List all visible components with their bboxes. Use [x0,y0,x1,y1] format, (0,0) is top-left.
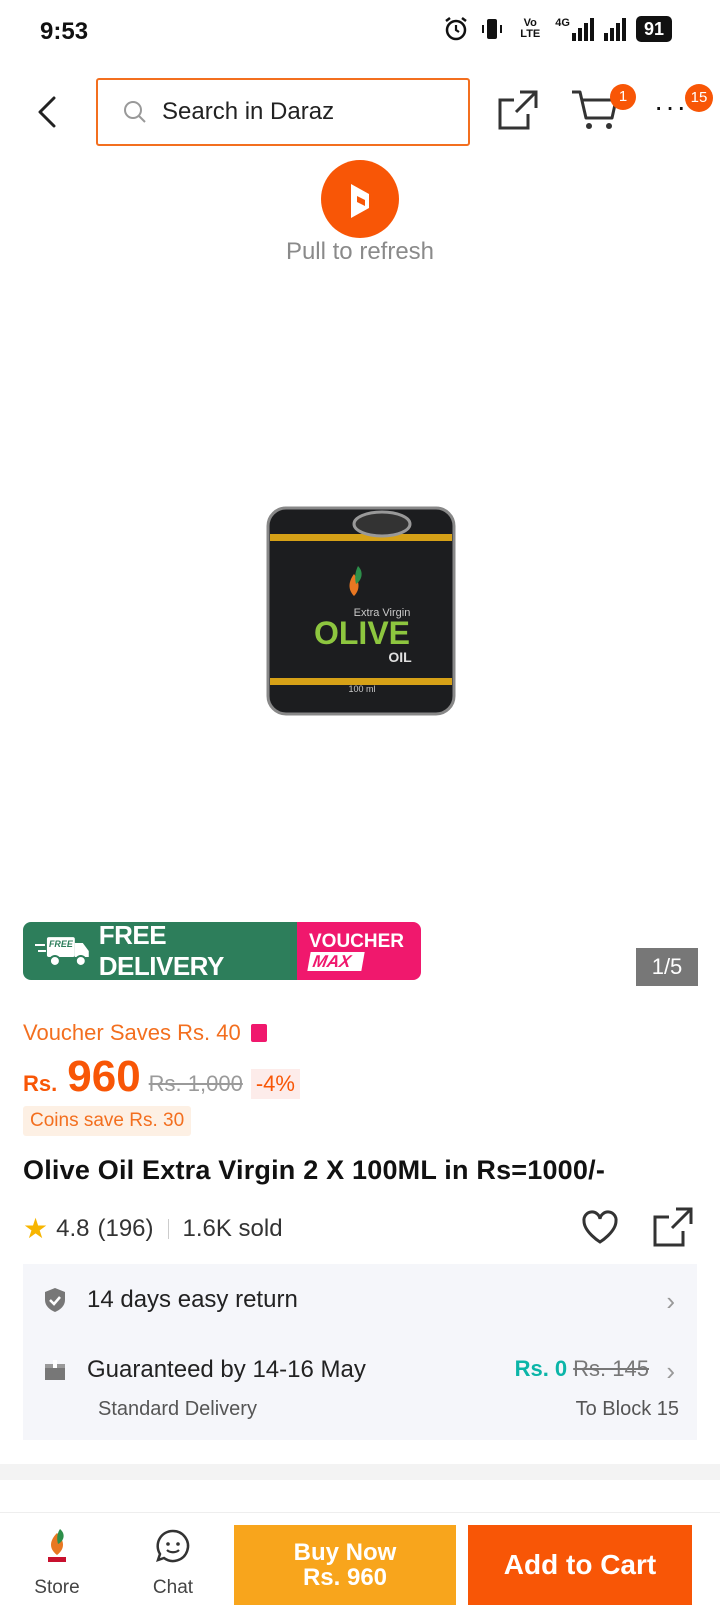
truck-icon: FREE [35,937,89,967]
status-icons: Vo LTE 4G 91 [443,16,672,42]
delivery-fee-value: Rs. 0 [514,1356,568,1381]
voucher-label: VOUCHER [309,930,405,952]
price-value: 960 [67,1052,141,1101]
delivery-destination: To Block 15 [575,1398,679,1420]
chevron-right-icon: › [666,1356,675,1386]
chevron-right-icon: › [666,1286,675,1316]
rating-row[interactable]: ★ 4.8 (196) 1.6K sold [23,1212,283,1245]
delivery-fee-original: Rs. 145 [573,1356,649,1381]
can-volume-text: 100 ml [348,684,375,694]
signal-icon-1: 4G [555,16,594,41]
free-tag-text: FREE [49,939,74,949]
voucher-saves[interactable]: Voucher Saves Rs. 40 [23,1020,267,1046]
voucher-saves-text: Voucher Saves Rs. 40 [23,1020,241,1045]
service-info: 14 days easy return › Guaranteed by 14-1… [23,1264,697,1440]
chat-button[interactable]: Chat [136,1523,210,1599]
vibrate-icon [482,19,503,39]
status-bar: 9:53 Vo LTE 4G 91 [0,0,720,64]
more-count-badge: 15 [685,84,713,112]
status-time: 9:53 [40,18,89,45]
battery-indicator: 91 [635,16,672,42]
image-counter: 1/5 [636,948,698,986]
add-to-cart-button[interactable]: Add to Cart [468,1525,692,1605]
delivery-box-icon [45,1360,65,1380]
volte-indicator: Vo LTE [520,17,541,40]
back-icon[interactable] [28,92,68,132]
review-count: (196) [97,1214,154,1242]
delivery-fee: Rs. 0 Rs. 145 [515,1356,649,1382]
price-row: Rs. 960 Rs. 1,000 -4% [23,1052,300,1102]
product-title: Olive Oil Extra Virgin 2 X 100ML in Rs=1… [23,1155,606,1185]
delivery-type: Standard Delivery [98,1398,257,1420]
cart-count-badge: 1 [610,84,636,110]
product-image[interactable]: Extra Virgin OLIVE OIL 100 ml [262,494,462,720]
divider [167,1218,169,1239]
alarm-icon [445,17,468,41]
bottom-action-bar: Store Chat Buy Now Rs. 960 Add to Cart [0,1512,720,1612]
chat-label: Chat [152,1577,194,1598]
delivery-row[interactable]: Guaranteed by 14-16 May [43,1356,366,1384]
signal-icon-2 [603,17,626,41]
voucher-max-tag: VOUCHER MAX [297,922,421,980]
pull-to-refresh-label: Pull to refresh [285,238,435,265]
voucher-icon [250,1024,267,1042]
coins-save-badge: Coins save Rs. 30 [23,1106,192,1136]
search-placeholder: Search in Daraz [162,98,335,125]
promo-banner: FREE FREE DELIVERY VOUCHER MAX [23,922,421,980]
buy-now-price: Rs. 960 [302,1564,388,1591]
can-sub-text: OIL [388,649,412,665]
sold-count: 1.6K sold [182,1214,283,1242]
shield-icon [45,1288,65,1312]
voucher-max-label: MAX [307,951,365,971]
chat-icon [156,1529,190,1563]
can-main-text: OLIVE [314,615,410,651]
wishlist-heart-icon[interactable] [580,1208,620,1248]
star-icon: ★ [23,1213,49,1244]
rating-value: 4.8 [56,1214,90,1242]
top-nav: Search in Daraz 1 ··· 15 [0,72,720,152]
section-divider [0,1464,720,1480]
return-policy-row[interactable]: 14 days easy return [43,1286,298,1314]
buy-now-label: Buy Now [293,1539,397,1566]
search-icon [124,101,146,123]
share-icon[interactable] [652,1206,694,1248]
search-input[interactable]: Search in Daraz [96,78,470,146]
share-icon[interactable] [496,88,540,132]
return-policy-text: 14 days easy return [87,1286,298,1313]
store-label: Store [34,1577,80,1598]
free-delivery-label: FREE DELIVERY [98,922,225,980]
price-currency: Rs. [23,1071,58,1096]
network-type: 4G [555,16,570,29]
buy-now-button[interactable]: Buy Now Rs. 960 [234,1525,456,1605]
daraz-logo-icon [321,160,399,238]
store-logo-icon [48,1529,66,1562]
store-button[interactable]: Store [20,1523,94,1599]
delivery-guarantee: Guaranteed by 14-16 May [87,1356,366,1383]
discount-badge: -4% [250,1069,300,1099]
original-price: Rs. 1,000 [148,1071,243,1096]
free-delivery-tag: FREE FREE DELIVERY [23,922,297,980]
